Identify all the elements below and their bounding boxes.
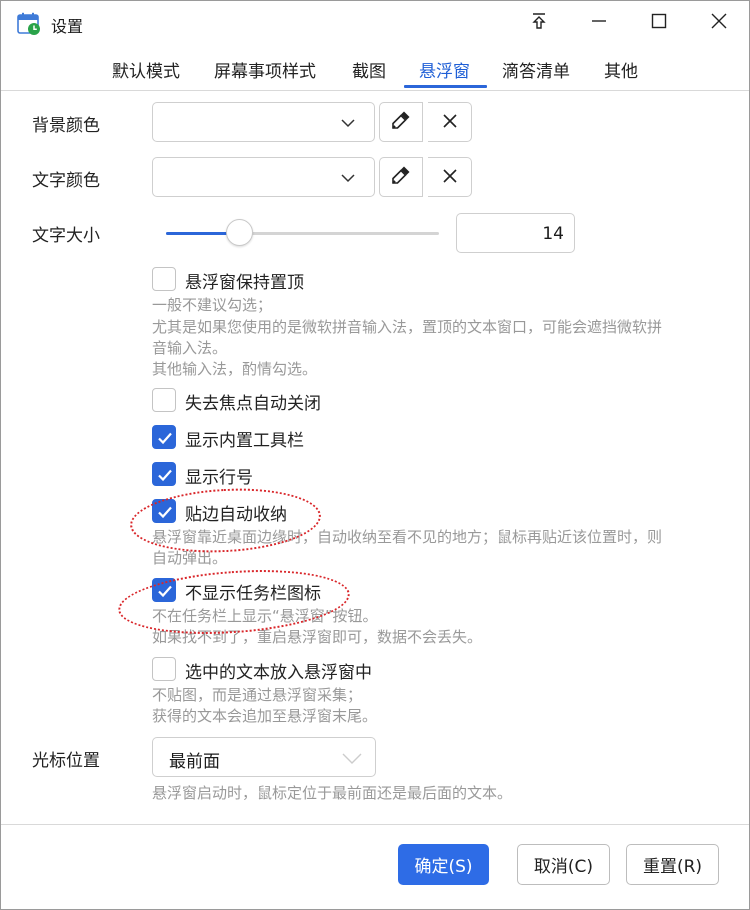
font-size-label: 文字大小 <box>32 226 100 246</box>
option-label-auto-close-on-blur: 失去焦点自动关闭 <box>185 394 321 414</box>
window-title: 设置 <box>51 17 84 36</box>
clear-icon <box>442 113 457 132</box>
eyedropper-icon <box>390 164 412 190</box>
text-color-label: 文字颜色 <box>32 171 100 191</box>
cursor-position-label: 光标位置 <box>32 751 100 771</box>
text-color-eyedropper-button[interactable] <box>379 157 423 197</box>
hint-line: 音输入法。 <box>152 339 228 357</box>
cursor-position-hint: 悬浮窗启动时，鼠标定位于最前面还是最后面的文本。 <box>152 784 513 802</box>
checkbox-keep-on-top[interactable] <box>152 267 176 291</box>
hint-line: 获得的文本会追加至悬浮窗末尾。 <box>152 707 378 725</box>
option-label-show-line-numbers: 显示行号 <box>185 468 253 488</box>
pin-icon <box>530 12 548 34</box>
tab-ticktick[interactable]: 滴答清单 <box>502 57 570 82</box>
checkbox-show-line-numbers[interactable] <box>152 462 176 486</box>
option-label-selected-text-to-floating: 选中的文本放入悬浮窗中 <box>185 663 372 683</box>
maximize-button[interactable] <box>629 3 689 43</box>
clear-icon <box>442 168 457 187</box>
chevron-down-icon <box>341 750 363 770</box>
tab-other[interactable]: 其他 <box>604 57 638 82</box>
hint-line: 不贴图，而是通过悬浮窗采集； <box>152 686 363 704</box>
cursor-position-value: 最前面 <box>169 752 220 772</box>
tab-bar: 默认模式 屏幕事项样式 截图 悬浮窗 滴答清单 其他 <box>1 49 749 89</box>
minimize-icon <box>590 12 608 34</box>
font-size-input[interactable]: 14 <box>456 213 575 253</box>
check-icon <box>158 432 172 445</box>
option-label-show-toolbar: 显示内置工具栏 <box>185 431 304 451</box>
title-bar: 设置 <box>1 1 749 45</box>
tab-floating-window[interactable]: 悬浮窗 <box>419 57 470 82</box>
settings-window: 设置 默认模式 屏幕事项样式 截图 悬浮窗 滴答清单 其他 背景颜色 文字颜色 … <box>0 0 750 910</box>
bg-color-label: 背景颜色 <box>32 116 100 136</box>
hint-line: 其他输入法，酌情勾选。 <box>152 360 318 378</box>
close-button[interactable] <box>689 3 749 43</box>
text-color-combo[interactable] <box>152 157 375 197</box>
tab-screen-item-style[interactable]: 屏幕事项样式 <box>214 57 316 82</box>
ok-button[interactable]: 确定(S) <box>398 844 489 885</box>
tab-screenshot[interactable]: 截图 <box>352 57 386 82</box>
footer-divider <box>1 824 749 825</box>
bg-color-clear-button[interactable] <box>428 102 472 142</box>
maximize-icon <box>650 12 668 34</box>
calendar-clock-icon <box>17 12 41 36</box>
hint-line: 尤其是如果您使用的是微软拼音输入法，置顶的文本窗口，可能会遮挡微软拼 <box>152 318 663 336</box>
chevron-down-icon <box>340 115 356 134</box>
reset-button[interactable]: 重置(R) <box>626 844 719 885</box>
hint-line: 一般不建议勾选； <box>152 296 273 314</box>
text-color-clear-button[interactable] <box>428 157 472 197</box>
pin-button[interactable] <box>509 3 569 43</box>
close-icon <box>710 12 728 34</box>
bg-color-eyedropper-button[interactable] <box>379 102 423 142</box>
tab-default-mode[interactable]: 默认模式 <box>112 57 180 82</box>
bg-color-combo[interactable] <box>152 102 375 142</box>
active-tab-indicator <box>404 85 487 88</box>
cancel-button[interactable]: 取消(C) <box>517 844 610 885</box>
eyedropper-icon <box>390 109 412 135</box>
tabs-divider <box>1 90 749 91</box>
minimize-button[interactable] <box>569 3 629 43</box>
check-icon <box>158 469 172 482</box>
cursor-position-select[interactable]: 最前面 <box>152 737 376 777</box>
checkbox-show-toolbar[interactable] <box>152 425 176 449</box>
chevron-down-icon <box>340 170 356 189</box>
option-label-keep-on-top: 悬浮窗保持置顶 <box>185 273 304 293</box>
checkbox-selected-text-to-floating[interactable] <box>152 657 176 681</box>
checkbox-auto-close-on-blur[interactable] <box>152 388 176 412</box>
font-size-slider-thumb[interactable] <box>226 219 254 246</box>
